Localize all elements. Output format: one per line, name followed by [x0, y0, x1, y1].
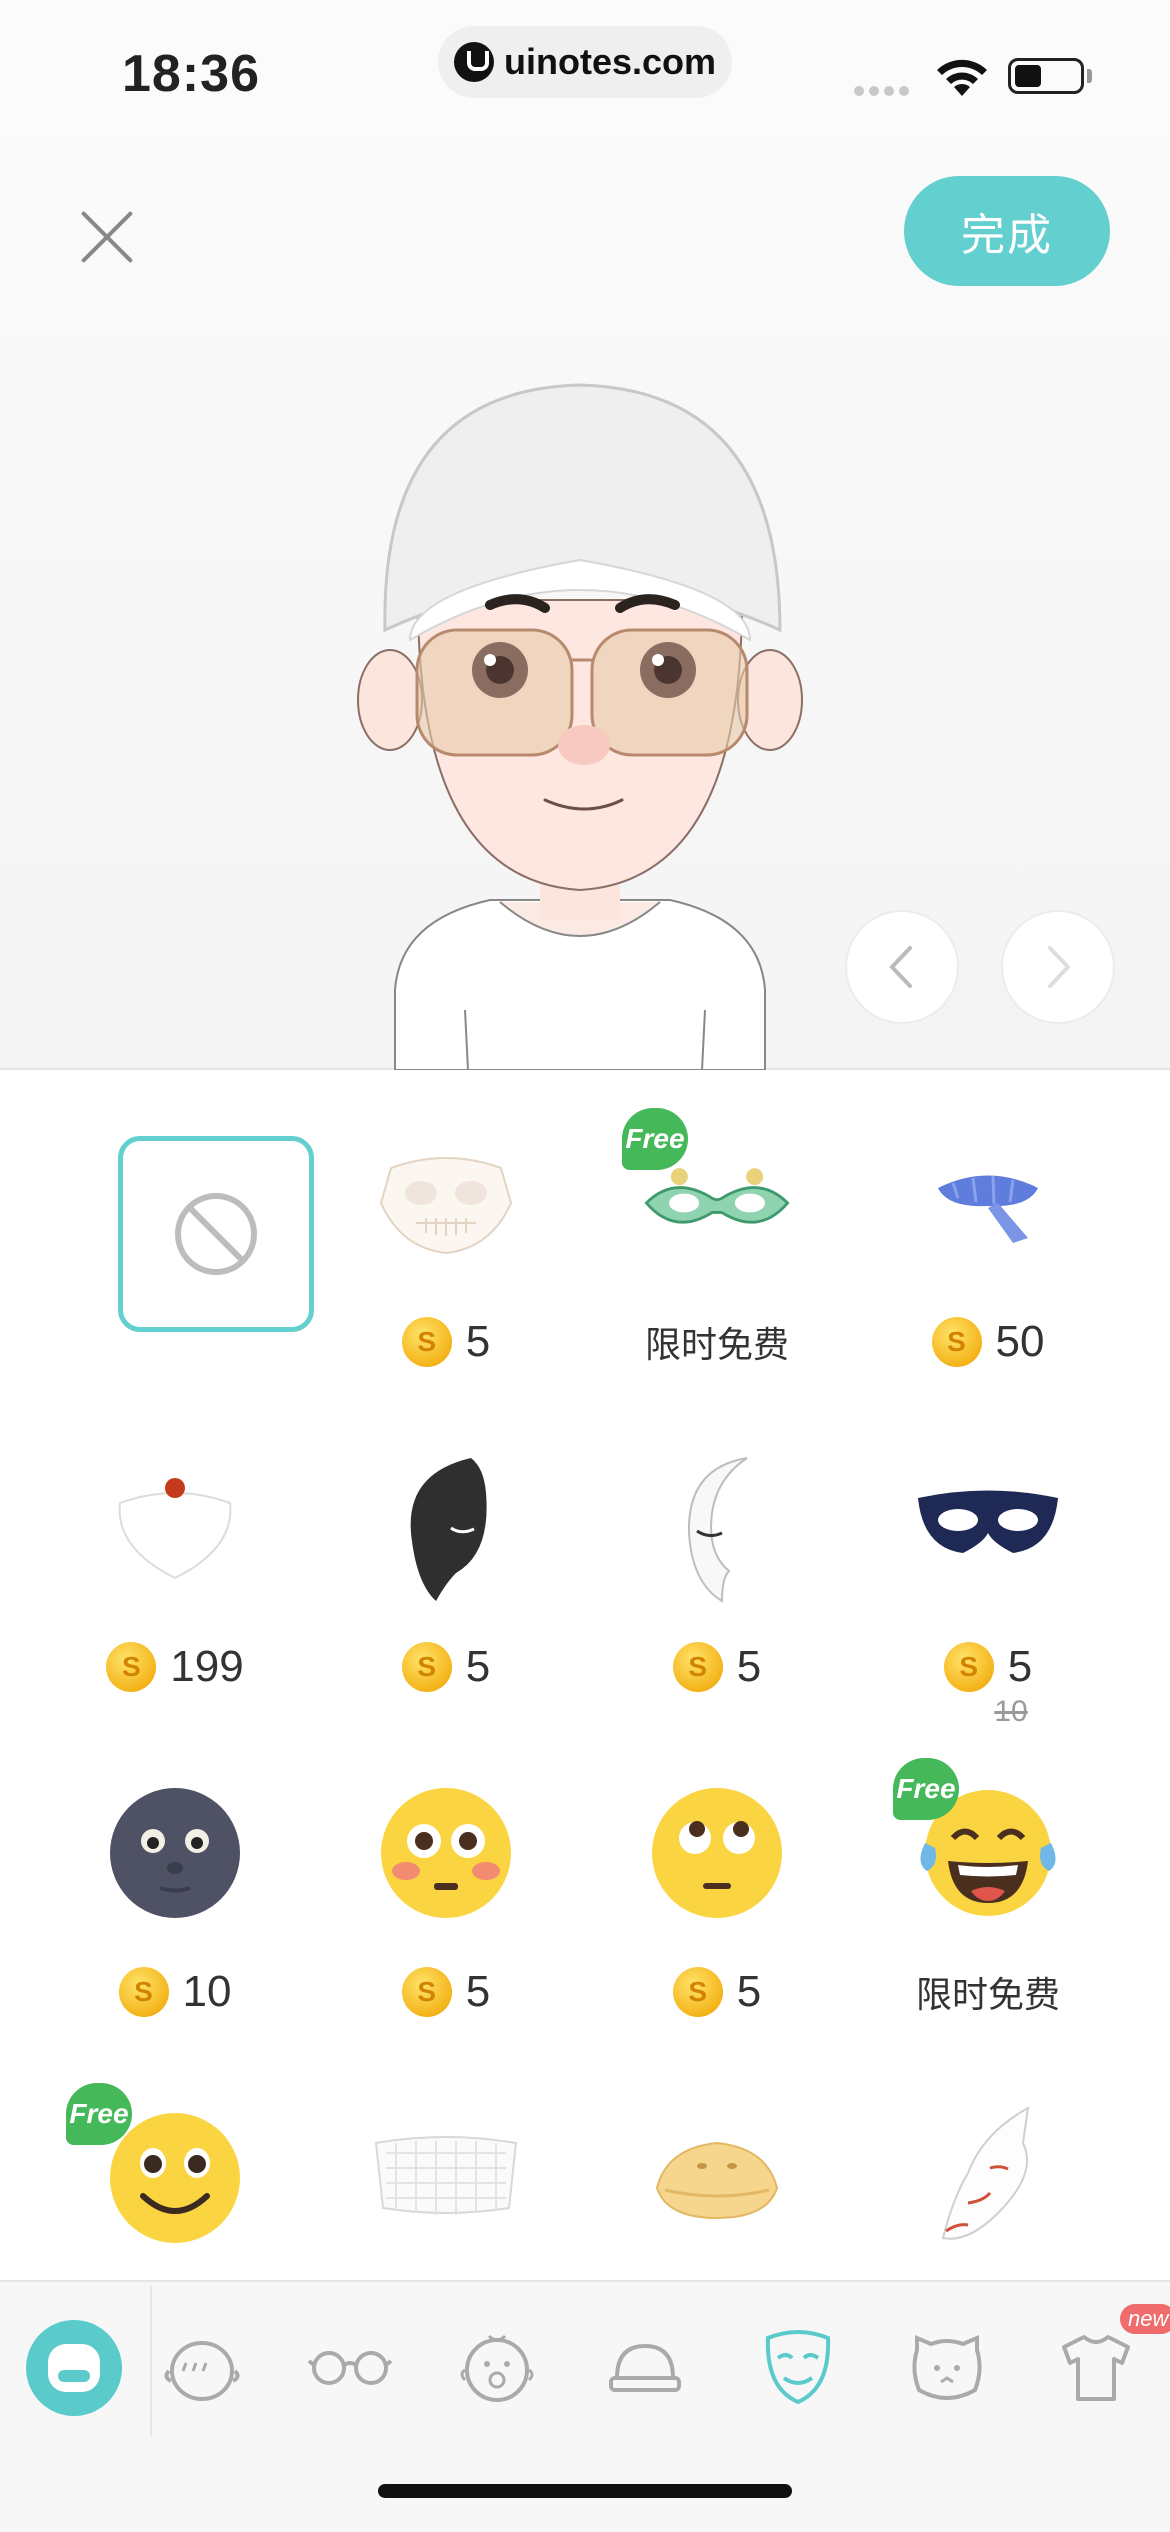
item-price: 限时免费 — [644, 1324, 789, 1365]
grid-item-eye-roll-face[interactable]: S5 — [582, 1722, 852, 2042]
tab-face-feature[interactable] — [437, 2308, 557, 2428]
item-price: 限时免费 — [915, 1974, 1060, 2015]
grid-item-skull-mask[interactable]: S5 — [311, 1072, 581, 1392]
tab-face-style-active — [26, 2320, 122, 2416]
black-half-mask-thumb — [366, 1453, 526, 1603]
grid-item-none[interactable] — [40, 1072, 314, 1392]
hat-icon — [609, 2343, 681, 2392]
grid-item-flushed-face[interactable]: S5 — [311, 1722, 581, 2042]
skull-mask-thumb — [366, 1128, 526, 1278]
chevron-left-icon — [889, 946, 912, 988]
grid-item-moon-face[interactable]: S 10 — [40, 1722, 310, 2042]
fox-mask-thumb — [908, 2103, 1068, 2253]
grid-item-tears-of-joy-face[interactable]: Free 限时免费 — [853, 1722, 1123, 2042]
coin-icon: S — [118, 1967, 169, 2017]
tab-hat[interactable] — [585, 2308, 705, 2428]
close-icon[interactable] — [78, 208, 136, 266]
tab-face-style[interactable] — [14, 2308, 134, 2428]
tab-hair[interactable] — [142, 2308, 262, 2428]
wifi-icon — [937, 59, 987, 96]
coin-icon: S — [401, 1967, 452, 2017]
free-badge: Free — [622, 1108, 688, 1170]
previous-button[interactable] — [845, 910, 959, 1024]
coin-icon: S — [106, 1642, 157, 1692]
item-price: 199 — [170, 1642, 244, 1691]
url-pill[interactable]: uinotes.com — [438, 26, 732, 98]
status-time: 18:36 — [122, 45, 260, 103]
animal-face-icon — [912, 2334, 982, 2400]
item-price: 5 — [736, 1642, 762, 1691]
grid-item-smiley-face[interactable]: Free — [40, 2047, 310, 2280]
free-badge: Free — [893, 1758, 959, 1820]
mask-icon — [765, 2330, 831, 2405]
tab-glasses[interactable] — [290, 2308, 410, 2428]
next-button[interactable] — [1001, 910, 1115, 1024]
chevron-right-icon — [1048, 946, 1071, 988]
coin-icon: S — [401, 1642, 452, 1692]
coin-icon: S — [401, 1317, 452, 1367]
new-badge: new — [1120, 2304, 1170, 2334]
grid-item-net-mask[interactable] — [311, 2047, 581, 2280]
battery-icon — [1008, 58, 1084, 94]
free-badge: Free — [66, 2083, 132, 2145]
tab-animal[interactable] — [887, 2308, 1007, 2428]
item-price: 50 — [995, 1317, 1045, 1366]
no-item-icon — [175, 1193, 257, 1275]
flushed-face-thumb — [366, 1778, 526, 1928]
item-price: 5 — [736, 1967, 762, 2016]
head-hair-icon — [164, 2341, 240, 2401]
item-price: 10 — [182, 1967, 232, 2016]
coin-icon: S — [672, 1967, 723, 2017]
eye-mask-thumb — [908, 1453, 1068, 1603]
eye-roll-face-thumb — [637, 1778, 797, 1928]
coin-icon: S — [943, 1642, 994, 1692]
grid-item-fox-mask[interactable] — [853, 2047, 1123, 2280]
coin-icon: S — [931, 1317, 982, 1367]
grid-item-white-beard[interactable]: S 199 — [40, 1397, 310, 1717]
t-shirt-icon — [1062, 2335, 1130, 2401]
accessory-grid: S5 Free 限时免费 S 50 S 199 S5 S5 S 5 10 S 1… — [0, 1072, 1170, 2280]
scarf-thumb — [908, 1128, 1068, 1278]
net-mask-thumb — [366, 2103, 526, 2253]
url-text: uinotes.com — [504, 41, 717, 82]
item-price: 5 — [1007, 1642, 1033, 1691]
grid-item-white-half-mask[interactable]: S5 — [582, 1397, 852, 1717]
white-half-mask-thumb — [637, 1453, 797, 1603]
glasses-icon — [307, 2351, 393, 2385]
grid-item-eye-mask[interactable]: S5 10 — [853, 1397, 1123, 1728]
grid-item-lace-mask[interactable]: Free 限时免费 — [582, 1072, 852, 1392]
item-price: 5 — [465, 1642, 491, 1691]
grid-item-scarf[interactable]: S 50 — [853, 1072, 1123, 1392]
coin-icon: S — [672, 1642, 723, 1692]
tab-mask[interactable] — [738, 2308, 858, 2428]
battery-tip — [1087, 69, 1092, 83]
done-button[interactable]: 完成 — [904, 176, 1110, 286]
grid-item-black-half-mask[interactable]: S5 — [311, 1397, 581, 1717]
grid-item-duck-bill[interactable] — [582, 2047, 852, 2280]
none-option[interactable] — [118, 1136, 314, 1332]
item-price: 5 — [465, 1317, 491, 1366]
duck-bill-thumb — [637, 2103, 797, 2253]
status-bar: 18:36 uinotes.com — [0, 0, 1170, 140]
site-logo-icon — [454, 42, 494, 82]
white-beard-thumb — [95, 1453, 255, 1603]
moon-face-thumb — [95, 1778, 255, 1928]
cellular-signal-icon — [854, 86, 909, 96]
face-style-icon — [48, 2344, 100, 2392]
home-indicator[interactable] — [378, 2484, 792, 2498]
item-price: 5 — [465, 1967, 491, 2016]
avatar-figure — [357, 383, 803, 1070]
face-feature-icon — [460, 2334, 534, 2402]
